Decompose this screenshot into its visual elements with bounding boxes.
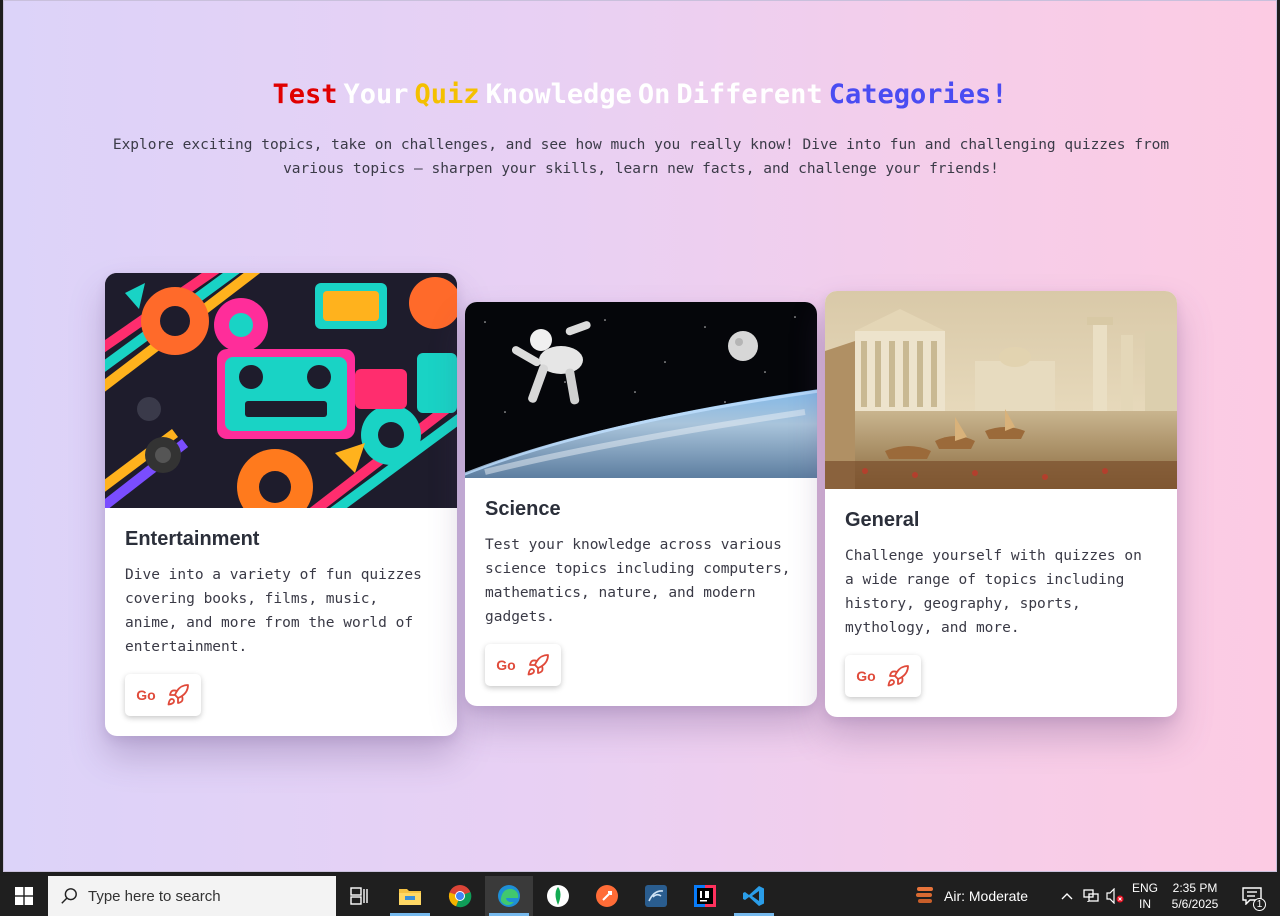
card-title: Science [485,498,561,520]
weather-widget[interactable]: Air: Moderate [914,876,1044,916]
taskbar-search-box[interactable]: Type here to search [48,876,336,916]
mongodb-icon [547,885,569,907]
category-card-general: General Challenge yourself with quizzes … [825,291,1177,717]
file-explorer-icon [399,889,421,905]
card-title: General [845,509,920,531]
chevron-up-icon [1061,893,1073,900]
clock-time: 2:35 PM [1172,881,1218,895]
taskbar-intellij[interactable] [681,876,729,916]
card-description: Test your knowledge across various scien… [485,537,791,625]
taskbar-mysql-workbench[interactable] [632,876,680,916]
hero-word-1: Test [272,79,338,110]
hero-word-5: On [637,79,671,110]
taskbar-mongodb[interactable] [534,876,582,916]
mysql-workbench-icon [645,885,667,907]
go-button-science[interactable]: Go [485,644,561,686]
hero-word-7: Categories! [828,79,1008,110]
network-button[interactable] [1080,876,1102,916]
card-description: Dive into a variety of fun quizzes cover… [125,567,422,655]
notification-count: 1 [1253,898,1266,911]
taskbar-file-explorer[interactable] [386,876,434,916]
taskbar: Type here to search Air: Moderate ENG IN… [0,876,1280,916]
task-view-icon [350,887,368,905]
hero-subtitle: Explore exciting topics, take on challen… [112,137,1170,177]
rocket-icon [167,684,189,706]
hero-word-2: Your [343,79,409,110]
go-button-label: Go [496,657,516,673]
rocket-icon [887,665,909,687]
show-hidden-icons-button[interactable] [1056,876,1078,916]
taskbar-edge[interactable] [485,876,533,916]
start-button[interactable] [0,876,48,916]
notification-center-button[interactable]: 1 [1232,876,1272,916]
category-card-entertainment: Entertainment Dive into a variety of fun… [105,273,457,736]
science-image [465,302,817,478]
task-view-button[interactable] [336,876,384,916]
rocket-icon [527,654,549,676]
hero-word-3: Quiz [414,79,480,110]
weather-text: Air: Moderate [944,888,1029,904]
chrome-icon [448,885,472,908]
volume-muted-icon [1106,888,1124,904]
card-title: Entertainment [125,528,260,550]
card-description: Challenge yourself with quizzes on a wid… [845,548,1142,636]
taskbar-chrome[interactable] [436,876,484,916]
taskbar-vscode[interactable] [730,876,778,916]
windows-logo-icon [15,887,33,905]
entertainment-image [105,273,457,508]
edge-icon [498,885,520,907]
go-button-label: Go [136,687,156,703]
postman-icon [596,885,618,907]
taskbar-postman[interactable] [583,876,631,916]
search-placeholder: Type here to search [88,887,221,905]
air-quality-icon [916,887,933,903]
volume-button[interactable] [1104,876,1126,916]
go-button-general[interactable]: Go [845,655,921,697]
hero-word-4: Knowledge [485,79,632,110]
go-button-label: Go [856,668,876,684]
network-icon [1083,889,1099,902]
language-indicator[interactable]: ENG IN [1128,876,1162,916]
hero-word-6: Different [676,79,823,110]
go-button-entertainment[interactable]: Go [125,674,201,716]
quiz-categories-page: Test Your Quiz Knowledge On Different Categori… [3,0,1277,872]
language-code: ENG [1131,881,1158,895]
clock-date: 5/6/2025 [1171,897,1219,911]
hero-title: Test Your Quiz Knowledge On Different Categori… [4,79,1276,110]
category-card-science: Science Test your knowledge across vario… [465,302,817,706]
general-image [825,291,1177,489]
intellij-icon [694,885,716,907]
region-code: IN [1139,897,1151,911]
vscode-icon [743,886,764,906]
search-icon [61,888,77,904]
clock[interactable]: 2:35 PM 5/6/2025 [1166,876,1224,916]
